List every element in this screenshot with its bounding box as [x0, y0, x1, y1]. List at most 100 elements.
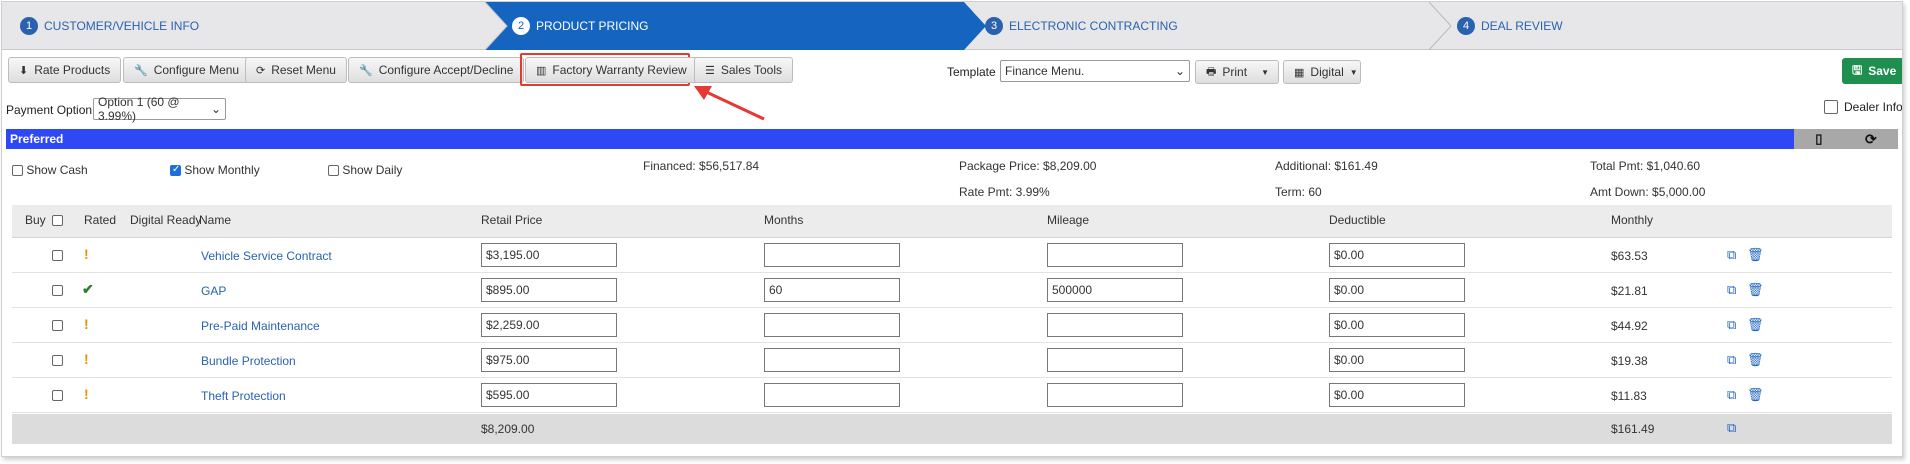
print-button[interactable]: 🖶 Print ▼ — [1195, 60, 1279, 84]
button-label: Save — [1868, 64, 1897, 78]
show-cash-option[interactable]: Show Cash — [12, 163, 88, 177]
button-label: Configure Menu — [153, 63, 240, 77]
months-input[interactable] — [764, 348, 900, 372]
product-name-link[interactable]: Bundle Protection — [201, 354, 296, 368]
product-name-link[interactable]: Pre-Paid Maintenance — [201, 319, 320, 333]
col-name: Name — [199, 213, 232, 227]
product-name-link[interactable]: GAP — [201, 284, 226, 298]
trash-icon[interactable]: 🗑 — [1747, 352, 1764, 368]
download-icon: ⬇ — [19, 64, 29, 77]
select-all-checkbox[interactable] — [52, 215, 63, 226]
months-input[interactable] — [764, 313, 900, 337]
rate-products-button[interactable]: ⬇ Rate Products — [8, 57, 122, 83]
app-frame: 1 CUSTOMER/VEHICLE INFO 2 PRODUCT PRICIN… — [1, 1, 1903, 457]
caret-down-icon: ▼ — [1349, 67, 1358, 77]
retail-price-input[interactable]: $2,259.00 — [481, 313, 617, 337]
step-electronic-contracting[interactable]: 3 ELECTRONIC CONTRACTING — [985, 2, 1178, 50]
bar-chart-icon: ▥ — [536, 64, 547, 77]
mileage-input[interactable]: 500000 — [1047, 278, 1183, 302]
step-number: 3 — [985, 17, 1003, 35]
list-icon: ☰ — [705, 64, 715, 77]
table-row: ! Theft Protection $595.00 $0.00 $11.83 … — [12, 378, 1892, 413]
reset-menu-button[interactable]: ⟳ Reset Menu — [245, 57, 347, 83]
total-pmt: Total Pmt: $1,040.60 — [1590, 159, 1701, 173]
retail-price-input[interactable]: $595.00 — [481, 383, 617, 407]
retail-price-input[interactable]: $3,195.00 — [481, 243, 617, 267]
copy-icon[interactable]: ⧉ — [1727, 282, 1736, 298]
deductible-input[interactable]: $0.00 — [1329, 348, 1465, 372]
copy-icon[interactable]: ⧉ — [1727, 420, 1736, 436]
payment-option-value: Option 1 (60 @ 3.99%) — [98, 95, 180, 123]
buy-checkbox[interactable] — [52, 320, 63, 331]
show-monthly-label: Show Monthly — [184, 163, 260, 177]
step-label: ELECTRONIC CONTRACTING — [1009, 19, 1178, 33]
wizard-arrows — [484, 2, 1452, 50]
monthly-value: $19.38 — [1611, 354, 1648, 368]
buy-checkbox[interactable] — [52, 355, 63, 366]
step-number: 4 — [1457, 17, 1475, 35]
qr-icon: ▦ — [1294, 66, 1305, 79]
show-monthly-option[interactable]: Show Monthly — [170, 163, 260, 177]
rate-pmt: Rate Pmt: 3.99% — [959, 185, 1050, 199]
wizard-steps: 1 CUSTOMER/VEHICLE INFO 2 PRODUCT PRICIN… — [2, 2, 1902, 50]
show-monthly-checkbox[interactable] — [170, 164, 181, 177]
additional-amount: Additional: $161.49 — [1275, 159, 1378, 173]
template-select[interactable]: Finance Menu. ⌄ — [1000, 60, 1190, 82]
col-digital-ready: Digital Ready — [130, 213, 202, 227]
show-daily-checkbox[interactable] — [328, 165, 339, 177]
trash-icon[interactable]: 🗑 — [1747, 387, 1764, 403]
warning-icon: ! — [84, 246, 89, 262]
save-button[interactable]: 🖫 Save — [1842, 58, 1902, 84]
warning-icon: ! — [84, 351, 89, 367]
buy-checkbox[interactable] — [52, 250, 63, 261]
sync-icon[interactable]: ⟳ — [1865, 131, 1877, 148]
deductible-input[interactable]: $0.00 — [1329, 383, 1465, 407]
trash-icon[interactable]: 🗑 — [1747, 247, 1764, 263]
copy-icon[interactable]: ⧉ — [1727, 317, 1736, 333]
months-input[interactable] — [764, 383, 900, 407]
copy-icon[interactable]: ⧉ — [1727, 387, 1736, 403]
col-retail-price: Retail Price — [481, 213, 543, 227]
deductible-input[interactable]: $0.00 — [1329, 313, 1465, 337]
button-label: Digital — [1310, 65, 1344, 79]
mobile-icon[interactable]: ▯ — [1815, 131, 1822, 147]
copy-icon[interactable]: ⧉ — [1727, 247, 1736, 263]
step-product-pricing[interactable]: 2 PRODUCT PRICING — [512, 2, 648, 50]
dealer-info-toggle[interactable]: Dealer Info — [1824, 100, 1902, 114]
sales-tools-button[interactable]: ☰ Sales Tools — [694, 57, 794, 83]
payment-option-select[interactable]: Option 1 (60 @ 3.99%) ⌄ — [93, 95, 226, 123]
mileage-input[interactable] — [1047, 383, 1183, 407]
product-name-link[interactable]: Vehicle Service Contract — [201, 249, 332, 263]
trash-icon[interactable]: 🗑 — [1747, 282, 1764, 298]
show-daily-option[interactable]: Show Daily — [328, 163, 402, 177]
show-cash-checkbox[interactable] — [12, 165, 23, 177]
dealer-info-checkbox[interactable] — [1824, 100, 1838, 114]
months-input[interactable]: 60 — [764, 278, 900, 302]
mileage-input[interactable] — [1047, 243, 1183, 267]
digital-button[interactable]: ▦ Digital ▼ — [1283, 60, 1361, 84]
step-label: PRODUCT PRICING — [536, 19, 649, 33]
buy-checkbox[interactable] — [52, 285, 63, 296]
deductible-input[interactable]: $0.00 — [1329, 278, 1465, 302]
months-input[interactable] — [764, 243, 900, 267]
trash-icon[interactable]: 🗑 — [1747, 317, 1764, 333]
retail-price-input[interactable]: $895.00 — [481, 278, 617, 302]
mileage-input[interactable] — [1047, 313, 1183, 337]
product-name-link[interactable]: Theft Protection — [201, 389, 286, 403]
step-number: 1 — [20, 17, 38, 35]
buy-checkbox[interactable] — [52, 390, 63, 401]
copy-icon[interactable]: ⧉ — [1727, 352, 1736, 368]
chevron-down-icon: ⌄ — [210, 102, 221, 116]
table-row: ! Pre-Paid Maintenance $2,259.00 $0.00 $… — [12, 308, 1892, 343]
factory-warranty-review-button[interactable]: ▥ Factory Warranty Review — [525, 57, 698, 83]
retail-price-input[interactable]: $975.00 — [481, 348, 617, 372]
step-deal-review[interactable]: 4 DEAL REVIEW — [1457, 2, 1563, 50]
package-price: Package Price: $8,209.00 — [959, 159, 1097, 173]
col-monthly: Monthly — [1611, 213, 1654, 227]
configure-accept-decline-button[interactable]: 🔧 Configure Accept/Decline — [348, 57, 525, 83]
step-customer-vehicle[interactable]: 1 CUSTOMER/VEHICLE INFO — [20, 2, 199, 50]
configure-menu-button[interactable]: 🔧 Configure Menu — [123, 57, 251, 83]
deductible-input[interactable]: $0.00 — [1329, 243, 1465, 267]
mileage-input[interactable] — [1047, 348, 1183, 372]
wrench-icon: 🔧 — [359, 64, 373, 77]
